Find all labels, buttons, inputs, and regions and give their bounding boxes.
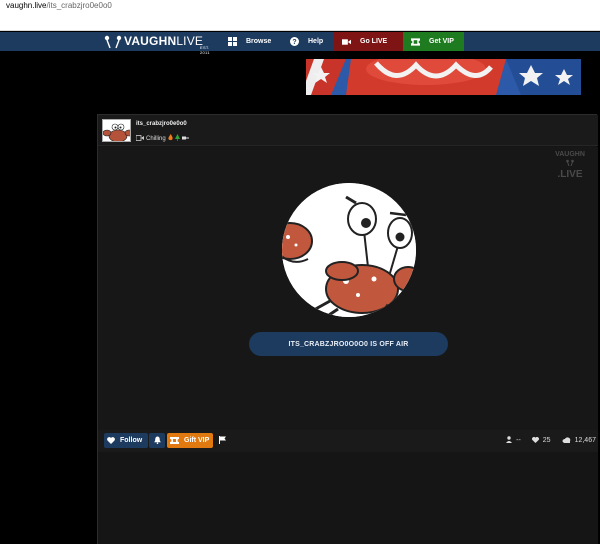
nav-browse-label: Browse bbox=[246, 38, 272, 45]
get-vip-button[interactable]: Get VIP bbox=[403, 32, 464, 51]
ticket-icon bbox=[411, 37, 420, 46]
channel-status: Chilling bbox=[135, 134, 189, 143]
channel-panel: its_crabzjro0e0o0 Chilling VAUGHN .LIVE … bbox=[97, 114, 598, 544]
url-path: /its_crabzjro0e0o0 bbox=[46, 1, 112, 10]
vaughn-watermark: VAUGHN .LIVE bbox=[550, 151, 590, 180]
video-player[interactable]: VAUGHN .LIVE ITS_CRABZJRO0O0O0 IS OFF AI… bbox=[98, 147, 598, 430]
microphone-logo-icon bbox=[102, 34, 124, 50]
svg-text:?: ? bbox=[292, 39, 296, 46]
address-url[interactable]: vaughn.live/its_crabzjro0e0o0 bbox=[6, 1, 112, 10]
channel-header: its_crabzjro0e0o0 Chilling bbox=[98, 115, 598, 146]
views-count: 12,467 bbox=[574, 437, 596, 444]
channel-banner-image bbox=[306, 59, 581, 95]
go-live-button[interactable]: Go LIVE bbox=[334, 32, 403, 51]
channel-avatar-large bbox=[282, 183, 416, 317]
channel-status-text: Chilling bbox=[146, 135, 166, 142]
camera-icon bbox=[135, 134, 144, 143]
heart-icon bbox=[531, 436, 539, 445]
viewers-stat: -- bbox=[506, 436, 521, 445]
person-icon bbox=[506, 436, 513, 445]
ticket-icon bbox=[170, 437, 179, 444]
grid-icon bbox=[228, 37, 237, 46]
site-nav: VAUGHNLIVE EST. 2011 Browse ? Help Go LI… bbox=[0, 32, 600, 55]
viewers-count: -- bbox=[516, 437, 521, 444]
views-stat: 12,467 bbox=[562, 436, 596, 445]
channel-action-bar: Follow Gift VIP -- 25 12,467 bbox=[98, 430, 598, 452]
notifications-button[interactable] bbox=[149, 433, 165, 448]
likes-count: 25 bbox=[542, 437, 551, 444]
report-button[interactable] bbox=[217, 433, 227, 448]
video-camera-icon bbox=[342, 37, 351, 46]
off-air-banner: ITS_CRABZJRO0O0O0 IS OFF AIR bbox=[249, 332, 448, 356]
go-live-label: Go LIVE bbox=[360, 38, 388, 45]
brand-part-1: VAUGHN bbox=[124, 33, 177, 48]
fire-emoji-icon bbox=[168, 134, 173, 143]
watermark-mic-icon bbox=[550, 159, 590, 169]
browser-address-bar[interactable]: vaughn.live/its_crabzjro0e0o0 bbox=[0, 0, 600, 31]
gift-vip-button[interactable]: Gift VIP bbox=[167, 433, 213, 448]
question-icon: ? bbox=[290, 37, 299, 46]
nav-browse[interactable]: Browse bbox=[228, 32, 271, 51]
flag-icon bbox=[218, 435, 226, 446]
site-logo[interactable]: VAUGHNLIVE EST. 2011 bbox=[102, 32, 210, 55]
point-emoji-icon bbox=[181, 135, 189, 143]
watermark-bottom: .LIVE bbox=[557, 169, 583, 180]
gift-vip-label: Gift VIP bbox=[184, 437, 210, 444]
tree-emoji-icon bbox=[174, 134, 180, 143]
follow-button[interactable]: Follow bbox=[104, 433, 148, 448]
brand-name: VAUGHNLIVE bbox=[124, 35, 203, 47]
bell-icon bbox=[153, 436, 161, 446]
channel-avatar[interactable] bbox=[102, 119, 131, 142]
url-host: vaughn.live bbox=[6, 1, 47, 10]
cloud-icon bbox=[562, 436, 571, 445]
screen: vaughn.live/its_crabzjro0e0o0 VAUGHNLIVE… bbox=[0, 0, 600, 544]
likes-stat: 25 bbox=[531, 436, 551, 445]
brand-established: EST. 2011 bbox=[200, 45, 210, 55]
get-vip-label: Get VIP bbox=[429, 38, 454, 45]
nav-help-label: Help bbox=[308, 38, 324, 45]
watermark-top: VAUGHN bbox=[555, 151, 585, 158]
channel-name[interactable]: its_crabzjro0e0o0 bbox=[136, 121, 187, 127]
channel-stats: -- 25 12,467 bbox=[506, 433, 596, 448]
nav-help[interactable]: ? Help bbox=[290, 32, 323, 51]
follow-label: Follow bbox=[120, 437, 143, 444]
heart-icon bbox=[107, 437, 115, 444]
channel-content-area bbox=[98, 452, 598, 544]
